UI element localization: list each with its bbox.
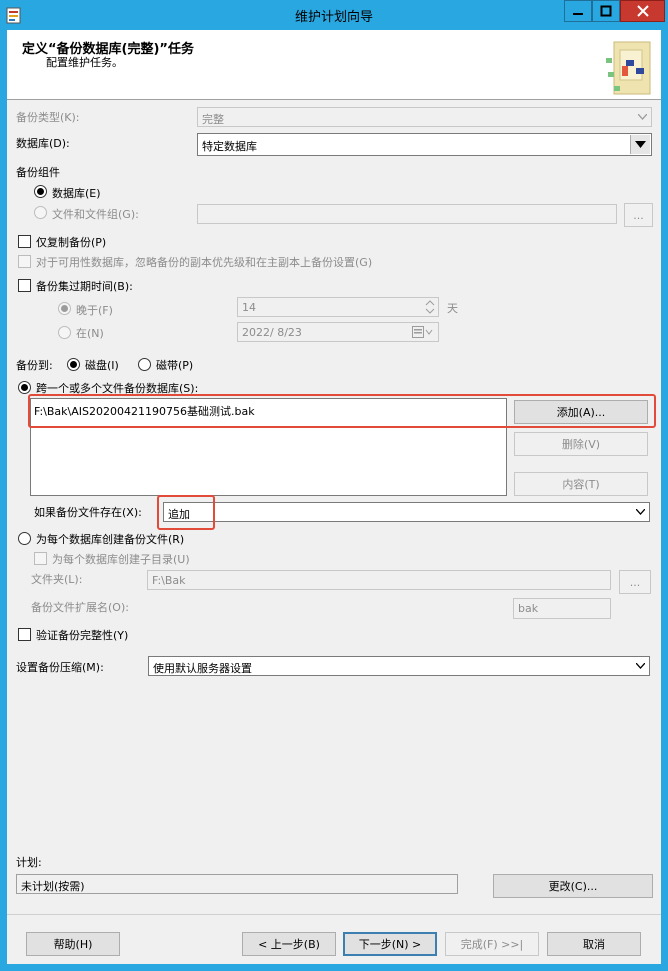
minimize-icon xyxy=(573,13,583,15)
availability-label: 对于可用性数据库，忽略备份的副本优先级和在主副本上备份设置(G) xyxy=(36,256,373,269)
spinner-arrows-icon xyxy=(423,299,437,316)
database-select[interactable]: 特定数据库 xyxy=(197,133,652,156)
availability-checkbox[interactable] xyxy=(18,255,31,268)
tape-radio[interactable] xyxy=(138,358,151,371)
chevron-down-icon xyxy=(630,135,650,154)
compression-value: 使用默认服务器设置 xyxy=(153,662,252,675)
if-exists-select[interactable]: 追加 xyxy=(163,502,650,522)
folder-field[interactable]: F:\Bak xyxy=(147,570,611,590)
chevron-down-icon xyxy=(633,505,647,519)
verify-checkbox[interactable] xyxy=(18,628,31,641)
days-unit-label: 天 xyxy=(447,302,458,315)
expire-days-spinner[interactable]: 14 xyxy=(237,297,439,317)
backup-type-label: 备份类型(K): xyxy=(16,111,80,124)
folder-browse-button[interactable]: ... xyxy=(619,570,651,594)
disk-radio-label: 磁盘(I) xyxy=(85,359,119,372)
expire-after-label: 晚于(F) xyxy=(76,304,113,317)
compression-label: 设置备份压缩(M): xyxy=(16,661,104,674)
highlight-box xyxy=(157,495,215,530)
close-icon xyxy=(636,5,649,17)
extension-label: 备份文件扩展名(O): xyxy=(31,601,129,614)
expire-on-radio[interactable] xyxy=(58,326,71,339)
database-label: 数据库(D): xyxy=(16,137,70,150)
extension-value: bak xyxy=(518,602,539,615)
expire-after-radio[interactable] xyxy=(58,302,71,315)
change-schedule-button[interactable]: 更改(C)... xyxy=(493,874,653,898)
if-exists-label: 如果备份文件存在(X): xyxy=(34,506,142,519)
expire-date-value: 2022/ 8/23 xyxy=(242,326,302,339)
expire-days-value: 14 xyxy=(242,301,256,314)
schedule-value: 未计划(按需) xyxy=(21,880,85,893)
folder-value: F:\Bak xyxy=(152,574,186,587)
files-radio[interactable] xyxy=(34,206,47,219)
maximize-icon xyxy=(600,5,612,17)
database-radio[interactable] xyxy=(34,185,47,198)
schedule-label: 计划: xyxy=(16,856,42,869)
close-button[interactable] xyxy=(620,0,665,22)
remove-file-button[interactable]: 删除(V) xyxy=(514,432,648,456)
chevron-down-icon xyxy=(633,659,647,673)
chevron-down-icon xyxy=(635,110,649,124)
page-subtitle: 配置维护任务。 xyxy=(46,56,123,69)
backup-component-label: 备份组件 xyxy=(16,166,60,179)
expire-label: 备份集过期时间(B): xyxy=(36,280,133,293)
contents-button[interactable]: 内容(T) xyxy=(514,472,648,496)
back-button[interactable]: < 上一步(B) xyxy=(242,932,336,956)
dialog-body xyxy=(7,30,661,964)
finish-button[interactable]: 完成(F) >>| xyxy=(445,932,539,956)
per-db-label: 为每个数据库创建备份文件(R) xyxy=(36,533,185,546)
add-file-button[interactable]: 添加(A)... xyxy=(514,400,648,424)
footer-divider xyxy=(7,914,661,915)
database-radio-label: 数据库(E) xyxy=(52,187,101,200)
files-radio-label: 文件和文件组(G): xyxy=(52,208,139,221)
copy-only-label: 仅复制备份(P) xyxy=(36,236,107,249)
compression-select[interactable]: 使用默认服务器设置 xyxy=(148,656,650,676)
tape-radio-label: 磁带(P) xyxy=(156,359,194,372)
backup-to-label: 备份到: xyxy=(16,359,53,372)
schedule-field: 未计划(按需) xyxy=(16,874,458,894)
backup-type-value: 完整 xyxy=(202,113,224,126)
subdir-checkbox[interactable] xyxy=(34,552,47,565)
database-value: 特定数据库 xyxy=(202,140,257,153)
span-files-radio[interactable] xyxy=(18,381,31,394)
expire-on-label: 在(N) xyxy=(76,327,104,340)
wizard-banner-icon xyxy=(606,41,651,95)
per-db-radio[interactable] xyxy=(18,532,31,545)
calendar-icon xyxy=(412,326,434,341)
minimize-button[interactable] xyxy=(564,0,592,22)
help-button[interactable]: 帮助(H) xyxy=(26,932,120,956)
copy-only-checkbox[interactable] xyxy=(18,235,31,248)
files-browse-button[interactable]: ... xyxy=(624,203,653,227)
folder-label: 文件夹(L): xyxy=(31,573,83,586)
backup-type-select[interactable]: 完整 xyxy=(197,107,652,127)
subdir-label: 为每个数据库创建子目录(U) xyxy=(52,553,190,566)
verify-label: 验证备份完整性(Y) xyxy=(36,629,129,642)
maximize-button[interactable] xyxy=(592,0,620,22)
next-button[interactable]: 下一步(N) > xyxy=(343,932,437,956)
expire-checkbox[interactable] xyxy=(18,279,31,292)
extension-field[interactable]: bak xyxy=(513,598,611,619)
expire-date-picker[interactable]: 2022/ 8/23 xyxy=(237,322,439,342)
files-field[interactable] xyxy=(197,204,617,224)
disk-radio[interactable] xyxy=(67,358,80,371)
cancel-button[interactable]: 取消 xyxy=(547,932,641,956)
